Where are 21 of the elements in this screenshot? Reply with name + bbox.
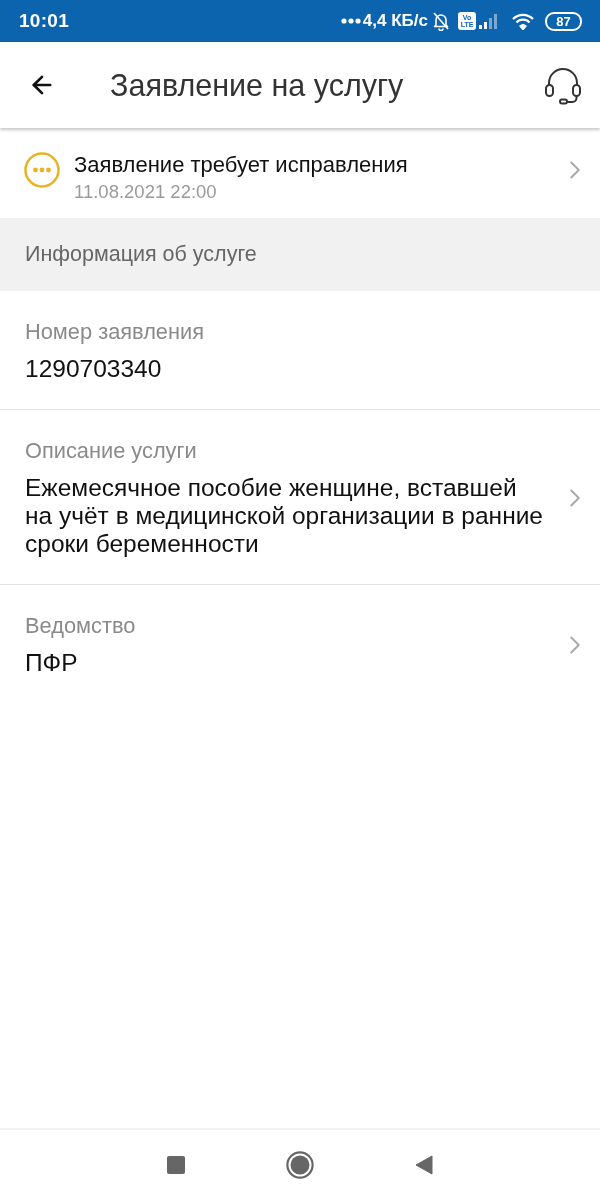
field-label: Ведомство xyxy=(25,613,136,639)
home-circle-icon[interactable] xyxy=(286,1150,314,1179)
field-value[interactable]: ПФР xyxy=(25,649,78,677)
field-value[interactable]: Ежемесячное пособие женщине, вставшей на учёт в медицинской организации в ранние сроки беременности xyxy=(25,474,548,558)
signal-icon xyxy=(479,13,499,29)
back-triangle-icon[interactable] xyxy=(415,1154,433,1175)
status-date: 11.08.2021 22:00 xyxy=(74,181,218,203)
network-speed: 4,4 КБ/с xyxy=(362,11,428,31)
field-value: 1290703340 xyxy=(25,355,162,383)
wifi-icon xyxy=(512,12,534,30)
dots-icon xyxy=(340,18,361,24)
battery-indicator: 87 xyxy=(545,11,582,31)
status-time: 10:01 xyxy=(19,10,70,32)
bell-muted-icon xyxy=(432,11,450,31)
field-label: Номер заявления xyxy=(25,319,204,345)
status-title: Заявление требует исправления xyxy=(74,152,409,178)
screen-title: Заявление на услугу xyxy=(110,67,405,103)
field-label: Описание услуги xyxy=(25,438,197,464)
headset-icon[interactable] xyxy=(543,65,583,105)
section-header: Информация об услуге xyxy=(0,218,600,291)
recents-square-icon[interactable] xyxy=(167,1155,185,1174)
